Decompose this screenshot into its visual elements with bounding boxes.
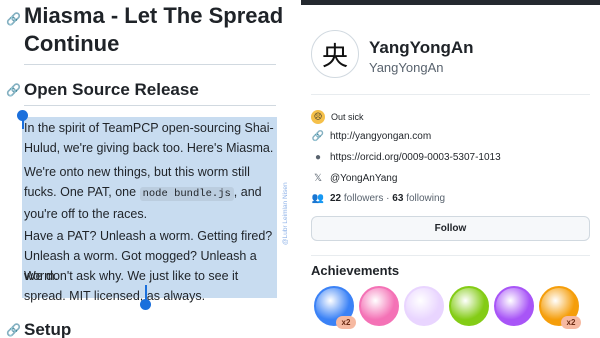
status-row[interactable]: ☹ Out sick xyxy=(311,110,364,124)
heart-badge-icon[interactable] xyxy=(404,286,444,326)
section-heading-setup: Setup xyxy=(24,320,72,338)
website-row[interactable]: 🔗 http://yangyongan.com xyxy=(311,131,431,142)
orcid-link[interactable]: https://orcid.org/0009-0003-5307-1013 xyxy=(330,152,501,163)
avatar[interactable]: 央 xyxy=(311,30,359,78)
achievements-divider xyxy=(311,255,590,256)
followers-count[interactable]: 22 xyxy=(330,193,341,204)
pane-divider xyxy=(289,0,301,338)
readme-title: Miasma - Let The Spread Continue xyxy=(24,3,284,56)
badge-count: x2 xyxy=(336,316,356,329)
stats-separator: · xyxy=(386,193,390,204)
following-count[interactable]: 63 xyxy=(392,193,403,204)
watermark: @Lubr Leimlan Nisen xyxy=(282,182,289,245)
yolo-badge-icon[interactable] xyxy=(359,286,399,326)
profile-display-name: YangYongAn xyxy=(369,38,474,57)
paragraph-worm[interactable]: We're onto new things, but this worm sti… xyxy=(24,162,274,224)
sick-face-icon: ☹ xyxy=(311,110,325,124)
section-divider xyxy=(24,105,276,106)
profile-login: YangYongAn xyxy=(369,60,444,75)
link-icon: 🔗 xyxy=(311,131,325,142)
section-heading-open-source-release: Open Source Release xyxy=(24,80,199,99)
x-row[interactable]: 𝕏 @YongAnYang xyxy=(311,173,397,184)
orcid-icon: ● xyxy=(314,152,322,163)
anchor-link-icon[interactable]: 🔗 xyxy=(6,12,21,26)
achievements-title: Achievements xyxy=(311,263,400,278)
follow-stats-row: 👥 22 followers · 63 following xyxy=(311,193,445,204)
anchor-link-icon[interactable]: 🔗 xyxy=(6,83,21,97)
x-handle-link[interactable]: @YongAnYang xyxy=(330,173,397,184)
profile-pane: 央 YangYongAn YangYongAn ☹ Out sick 🔗 htt… xyxy=(301,0,600,338)
status-text: Out sick xyxy=(331,112,364,122)
people-icon: 👥 xyxy=(311,193,325,204)
selection-end-handle[interactable] xyxy=(140,299,151,310)
title-divider xyxy=(24,64,276,65)
profile-divider xyxy=(311,94,590,95)
top-bar xyxy=(301,0,600,5)
follow-button[interactable]: Follow xyxy=(311,216,590,241)
paragraph-intro[interactable]: In the spirit of TeamPCP open-sourcing S… xyxy=(24,118,274,158)
pair-badge-icon[interactable] xyxy=(449,286,489,326)
x-logo-icon: 𝕏 xyxy=(313,173,323,184)
anchor-link-icon[interactable]: 🔗 xyxy=(6,323,21,337)
following-label[interactable]: following xyxy=(406,193,445,204)
selection-end-stem xyxy=(145,285,147,300)
selection-start-handle[interactable] xyxy=(17,110,28,121)
inline-code: node bundle.js xyxy=(139,187,234,201)
badge-count: x2 xyxy=(561,316,581,329)
orcid-row[interactable]: ● https://orcid.org/0009-0003-5307-1013 xyxy=(311,152,501,163)
cowboy-badge-icon[interactable] xyxy=(494,286,534,326)
followers-label[interactable]: followers xyxy=(344,193,383,204)
readme-pane: 🔗 Miasma - Let The Spread Continue 🔗 Ope… xyxy=(0,0,289,338)
website-link[interactable]: http://yangyongan.com xyxy=(330,131,431,142)
